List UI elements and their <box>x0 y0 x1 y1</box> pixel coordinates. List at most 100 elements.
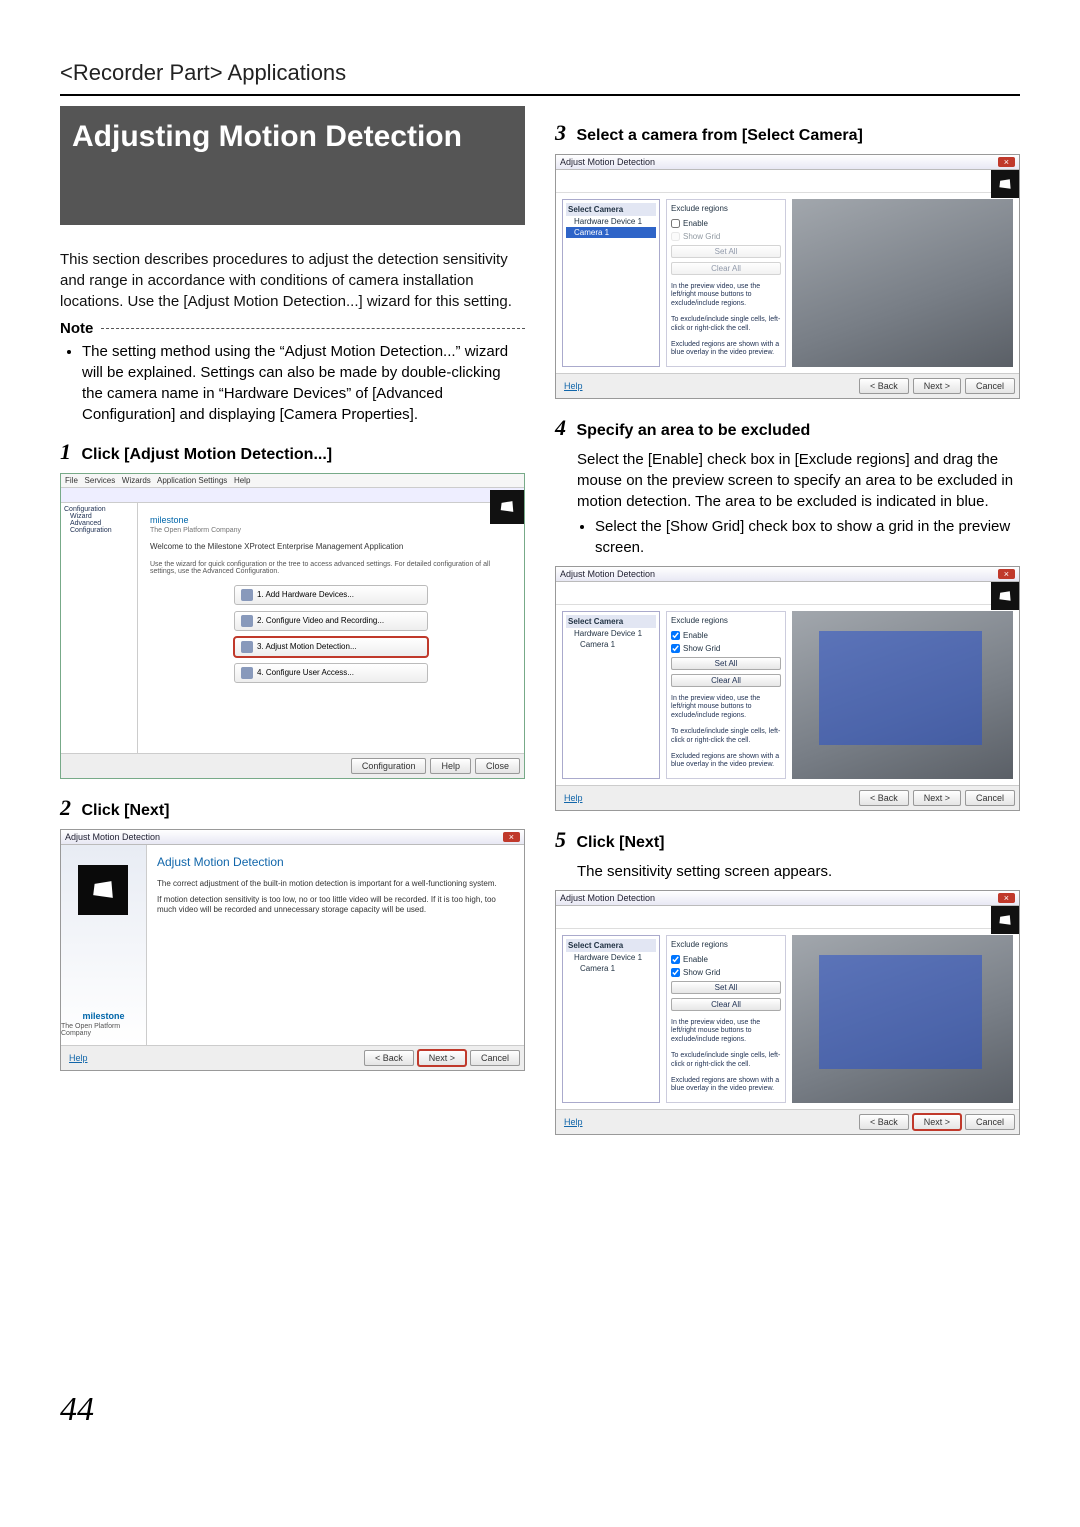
exclude-group-label: Exclude regions <box>671 204 781 213</box>
wizard-heading: Adjust Motion Detection <box>157 855 514 869</box>
screenshot-select-camera: Adjust Motion Detection × Select Camera … <box>555 154 1020 399</box>
step-5-title: Click [Next] <box>576 834 664 851</box>
wizard-add-hardware[interactable]: 1. Add Hardware Devices... <box>234 585 428 605</box>
page-title: Adjusting Motion Detection <box>60 106 525 225</box>
close-icon[interactable]: × <box>998 893 1015 903</box>
cancel-button[interactable]: Cancel <box>965 1114 1015 1130</box>
tree-hardware[interactable]: Hardware Device 1 <box>566 952 656 963</box>
wizard-adjust-motion[interactable]: 3. Adjust Motion Detection... <box>234 637 428 657</box>
camera-tree[interactable]: Select Camera Hardware Device 1 Camera 1 <box>562 611 660 779</box>
company-small: The Open Platform Company <box>150 527 512 534</box>
wizard-p2: If motion detection sensitivity is too l… <box>157 895 514 916</box>
tip-2: To exclude/include single cells, left-cl… <box>671 728 781 745</box>
back-button[interactable]: < Back <box>859 378 909 394</box>
showgrid-checkbox[interactable]: Show Grid <box>671 644 781 653</box>
showgrid-label: Show Grid <box>683 644 720 653</box>
tree-hardware[interactable]: Hardware Device 1 <box>566 628 656 639</box>
preview-pane-grid[interactable] <box>792 611 1013 779</box>
tree-header: Select Camera <box>566 203 656 216</box>
exclude-group-label: Exclude regions <box>671 616 781 625</box>
screenshot-main-app: File Services Wizards Application Settin… <box>60 473 525 779</box>
step-5: 5 Click [Next] <box>555 827 1020 853</box>
breadcrumb: <Recorder Part> Applications <box>60 60 1020 86</box>
help-link[interactable]: Help <box>560 791 587 805</box>
showgrid-checkbox[interactable]: Show Grid <box>671 968 781 977</box>
help-btn[interactable]: Help <box>430 758 471 774</box>
tip-2: To exclude/include single cells, left-cl… <box>671 316 781 333</box>
step-5-body: The sensitivity setting screen appears. <box>577 861 1020 882</box>
back-button[interactable]: < Back <box>859 1114 909 1130</box>
page-number: 44 <box>60 1391 1020 1429</box>
tip-1: In the preview video, use the left/right… <box>671 695 781 720</box>
step-2-num: 2 <box>60 795 71 820</box>
help-link[interactable]: Help <box>560 379 587 393</box>
cancel-button[interactable]: Cancel <box>470 1050 520 1066</box>
close-icon[interactable]: × <box>998 569 1015 579</box>
next-button[interactable]: Next > <box>418 1050 466 1066</box>
camera-tree[interactable]: Select Camera Hardware Device 1 Camera 1 <box>562 199 660 367</box>
tree-config: Configuration <box>64 506 134 513</box>
exclude-overlay <box>819 631 983 745</box>
setall-button[interactable]: Set All <box>671 657 781 670</box>
wizard-user-access[interactable]: 4. Configure User Access... <box>234 663 428 683</box>
tree-hardware[interactable]: Hardware Device 1 <box>566 216 656 227</box>
help-link[interactable]: Help <box>560 1115 587 1129</box>
wizard-adjust-motion-label: 3. Adjust Motion Detection... <box>257 642 357 651</box>
corner-camera-icon <box>490 490 524 524</box>
window-title: Adjust Motion Detection <box>560 569 655 579</box>
status-btn[interactable]: Configuration <box>351 758 427 774</box>
tip-3: Excluded regions are shown with a blue o… <box>671 753 781 770</box>
next-button[interactable]: Next > <box>913 790 961 806</box>
gear-icon <box>241 615 253 627</box>
note-label: Note <box>60 320 93 337</box>
enable-label: Enable <box>683 955 708 964</box>
setall-button[interactable]: Set All <box>671 245 781 258</box>
preview-pane-grid[interactable] <box>792 935 1013 1103</box>
enable-checkbox[interactable]: Enable <box>671 219 781 228</box>
clearall-button[interactable]: Clear All <box>671 262 781 275</box>
back-button[interactable]: < Back <box>859 790 909 806</box>
step-1-title: Click [Adjust Motion Detection...] <box>81 446 332 463</box>
corner-camera-icon <box>991 906 1019 934</box>
clearall-button[interactable]: Clear All <box>671 674 781 687</box>
preview-pane[interactable] <box>792 199 1013 367</box>
exclude-options: Exclude regions Enable Show Grid Set All… <box>666 199 786 367</box>
tree-wizard: Wizard <box>64 513 134 520</box>
corner-camera-icon <box>991 582 1019 610</box>
camera-icon <box>78 865 128 915</box>
window-title: Adjust Motion Detection <box>560 893 655 903</box>
tree-camera-1[interactable]: Camera 1 <box>566 963 656 974</box>
cancel-button[interactable]: Cancel <box>965 378 1015 394</box>
tree-camera-1[interactable]: Camera 1 <box>566 227 656 238</box>
setall-button[interactable]: Set All <box>671 981 781 994</box>
window-title: Adjust Motion Detection <box>65 832 160 842</box>
enable-checkbox[interactable]: Enable <box>671 631 781 640</box>
screenshot-wizard-intro: Adjust Motion Detection × milestone The … <box>60 829 525 1071</box>
cancel-button[interactable]: Cancel <box>965 790 1015 806</box>
showgrid-checkbox[interactable]: Show Grid <box>671 232 781 241</box>
user-icon <box>241 667 253 679</box>
wizard-configure-video[interactable]: 2. Configure Video and Recording... <box>234 611 428 631</box>
tree-camera-1[interactable]: Camera 1 <box>566 639 656 650</box>
back-button[interactable]: < Back <box>364 1050 414 1066</box>
menubar: File Services Wizards Application Settin… <box>61 474 524 488</box>
close-icon[interactable]: × <box>998 157 1015 167</box>
next-button[interactable]: Next > <box>913 378 961 394</box>
intro-text: This section describes procedures to adj… <box>60 249 525 312</box>
motion-icon <box>241 641 253 653</box>
camera-tree[interactable]: Select Camera Hardware Device 1 Camera 1 <box>562 935 660 1103</box>
exclude-group-label: Exclude regions <box>671 940 781 949</box>
brand-small: milestone <box>150 515 512 525</box>
screenshot-next-highlight: Adjust Motion Detection × Select Camera … <box>555 890 1020 1135</box>
nav-tree: Configuration Wizard Advanced Configurat… <box>61 503 138 753</box>
step-5-num: 5 <box>555 827 566 852</box>
enable-checkbox[interactable]: Enable <box>671 955 781 964</box>
next-button[interactable]: Next > <box>913 1114 961 1130</box>
help-link[interactable]: Help <box>65 1051 92 1065</box>
close-btn[interactable]: Close <box>475 758 520 774</box>
screenshot-exclude-grid: Adjust Motion Detection × Select Camera … <box>555 566 1020 811</box>
close-icon[interactable]: × <box>503 832 520 842</box>
exclude-options: Exclude regions Enable Show Grid Set All… <box>666 611 786 779</box>
step-3-title: Select a camera from [Select Camera] <box>576 127 862 144</box>
clearall-button[interactable]: Clear All <box>671 998 781 1011</box>
